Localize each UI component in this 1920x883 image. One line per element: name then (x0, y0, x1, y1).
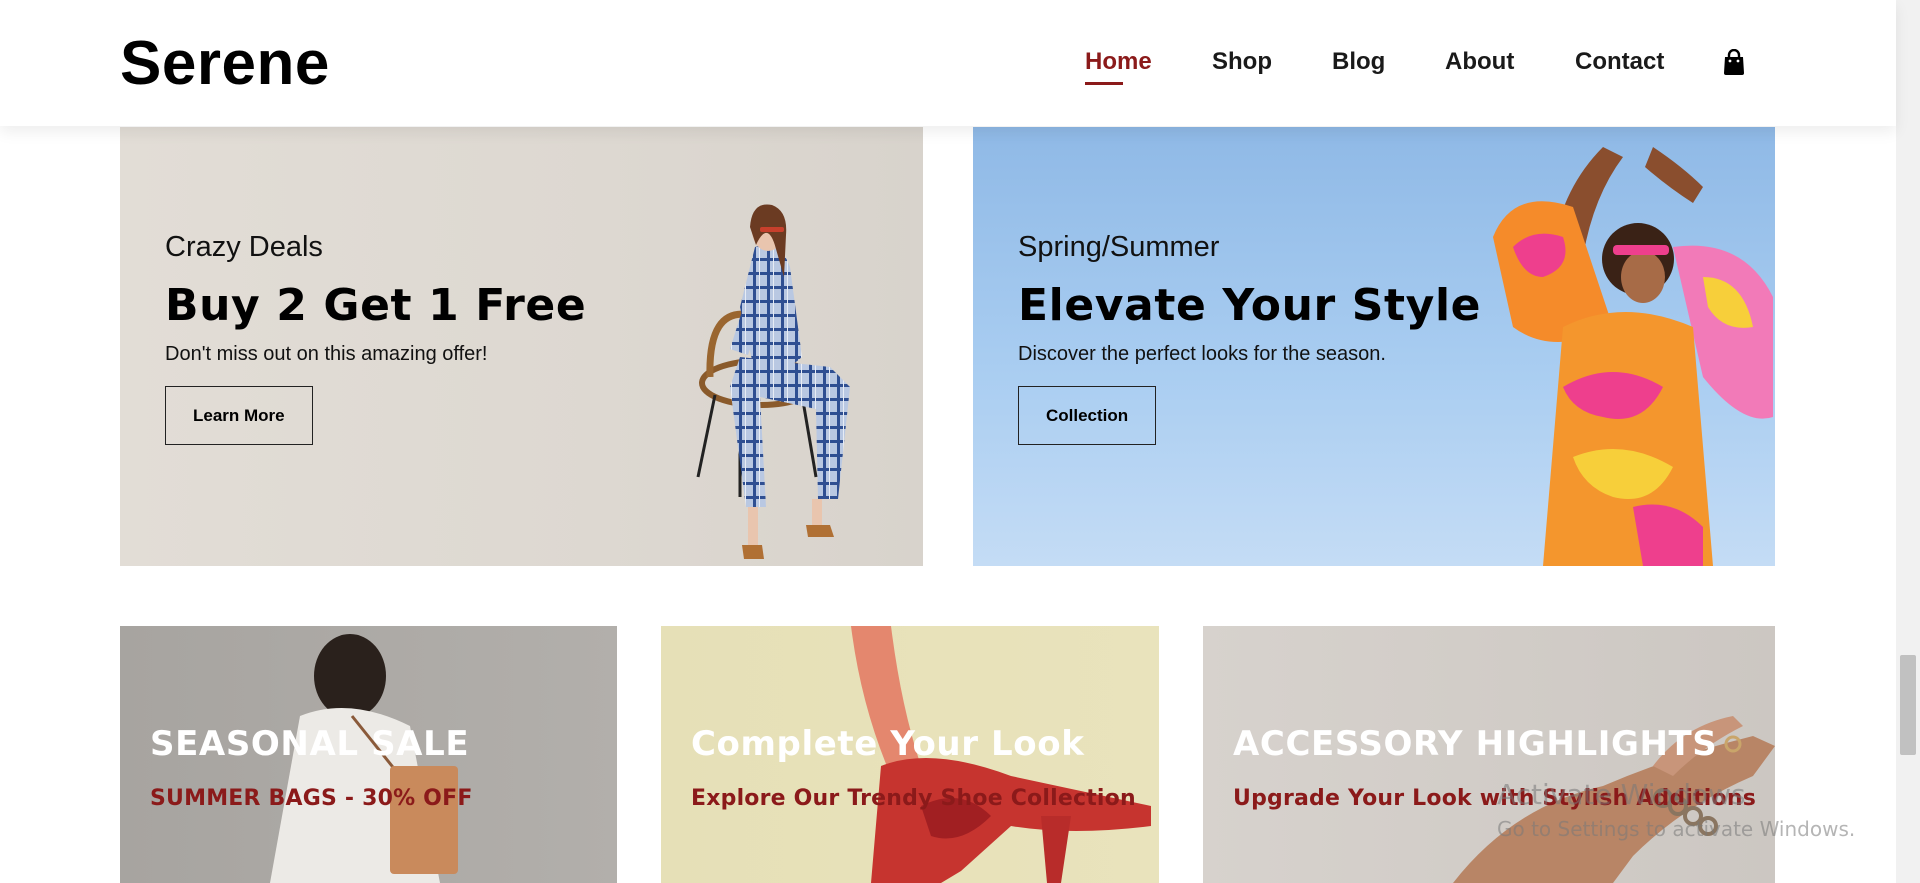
card-title: Complete Your Look (691, 724, 1085, 764)
banner-spring-content: Spring/Summer Elevate Your Style Discove… (1018, 231, 1481, 445)
main-nav: Home Shop Blog About Contact (0, 0, 1896, 126)
banner-subtitle: Don't miss out on this amazing offer! (165, 343, 488, 365)
nav-blog[interactable]: Blog (1332, 48, 1385, 76)
promo-banner-spring-summer: Spring/Summer Elevate Your Style Discove… (973, 127, 1775, 566)
scrollbar-thumb[interactable] (1900, 655, 1916, 755)
feature-card-seasonal-sale[interactable]: SEASONAL SALE SUMMER BAGS - 30% OFF (120, 626, 617, 883)
promo-banner-deals: Crazy Deals Buy 2 Get 1 Free Don't miss … (120, 127, 923, 566)
nav-shop[interactable]: Shop (1212, 48, 1272, 76)
banner-deals-content: Crazy Deals Buy 2 Get 1 Free Don't miss … (165, 231, 586, 445)
feature-card-complete-look[interactable]: Complete Your Look Explore Our Trendy Sh… (661, 626, 1159, 883)
nav-home[interactable]: Home (1085, 48, 1152, 85)
card-subtitle: SUMMER BAGS - 30% OFF (150, 786, 473, 811)
shopping-bag-icon[interactable] (1723, 49, 1745, 75)
page-scrollbar[interactable] (1896, 0, 1920, 883)
nav-contact[interactable]: Contact (1575, 48, 1664, 76)
model-in-colorful-dress-image (1493, 147, 1773, 566)
banner-kicker: Crazy Deals (165, 231, 323, 263)
feature-card-accessory-highlights[interactable]: ACCESSORY HIGHLIGHTS Upgrade Your Look w… (1203, 626, 1775, 883)
site-header: Serene Home Shop Blog About Contact (0, 0, 1896, 126)
nav-about[interactable]: About (1445, 48, 1514, 76)
card-title: SEASONAL SALE (150, 724, 470, 764)
card-title: ACCESSORY HIGHLIGHTS (1233, 724, 1718, 764)
banner-kicker: Spring/Summer (1018, 231, 1220, 263)
learn-more-button[interactable]: Learn More (165, 386, 313, 445)
card-subtitle: Explore Our Trendy Shoe Collection (691, 786, 1136, 811)
model-in-plaid-suit-image (696, 204, 850, 559)
collection-button[interactable]: Collection (1018, 386, 1157, 445)
banner-subtitle: Discover the perfect looks for the seaso… (1018, 343, 1386, 365)
card-text: Complete Your Look Explore Our Trendy Sh… (691, 724, 1136, 811)
banner-title: Buy 2 Get 1 Free (165, 280, 587, 331)
card-text: SEASONAL SALE SUMMER BAGS - 30% OFF (150, 724, 473, 811)
banner-title: Elevate Your Style (1018, 280, 1482, 331)
card-text: ACCESSORY HIGHLIGHTS Upgrade Your Look w… (1233, 724, 1756, 811)
page-viewport: Serene Home Shop Blog About Contact Craz… (0, 0, 1920, 883)
card-subtitle: Upgrade Your Look with Stylish Additions (1233, 786, 1757, 811)
